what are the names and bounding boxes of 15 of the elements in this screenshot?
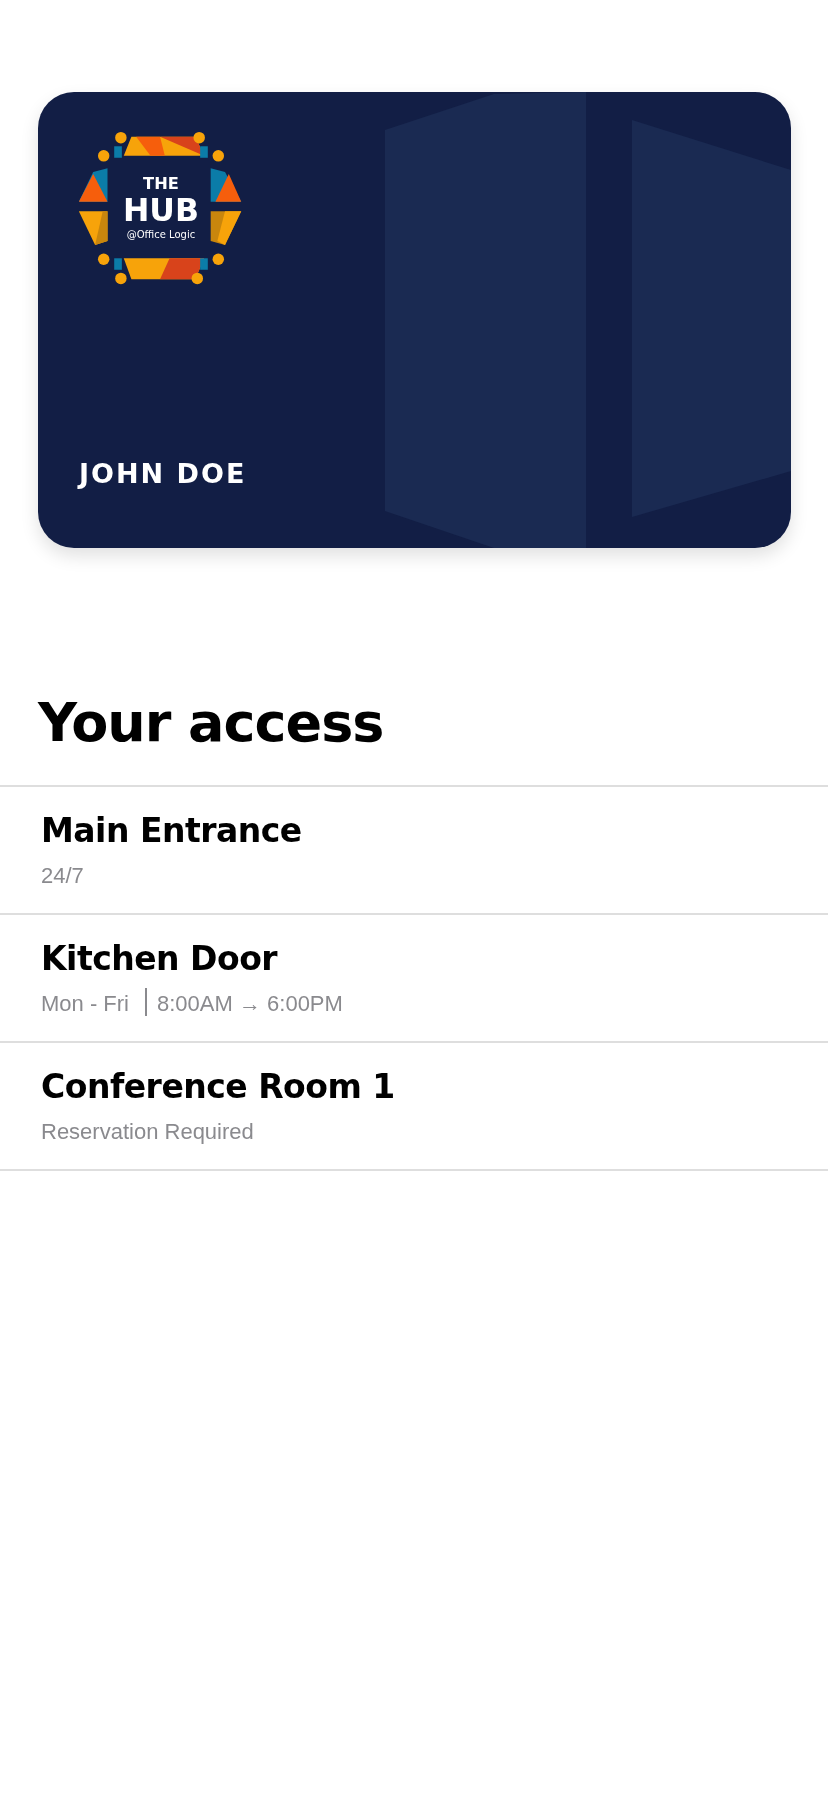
logo-text: HUB: [123, 191, 199, 228]
access-schedule: 8:00AM → 6:00PM: [157, 990, 343, 1016]
access-schedule: Reservation Required: [41, 1118, 254, 1144]
access-name: Main Entrance: [41, 811, 303, 851]
access-list-item[interactable]: Kitchen Door Mon - Fri 8:00AM → 6:00PM: [0, 915, 828, 1044]
logo-tagline: @Office Logic: [126, 229, 196, 241]
access-list-item[interactable]: Main Entrance 24/7: [0, 787, 828, 916]
access-name: Conference Room 1: [41, 1067, 396, 1107]
access-list-item[interactable]: Conference Room 1 Reservation Required: [0, 1043, 828, 1172]
card-holder-name: JOHN DOE: [79, 457, 247, 491]
section-heading: Your access: [38, 690, 385, 756]
access-schedule: 24/7: [41, 862, 84, 888]
access-schedule: Mon - Fri: [41, 990, 129, 1016]
access-name: Kitchen Door: [41, 939, 279, 979]
logo-text: THE: [143, 174, 179, 194]
